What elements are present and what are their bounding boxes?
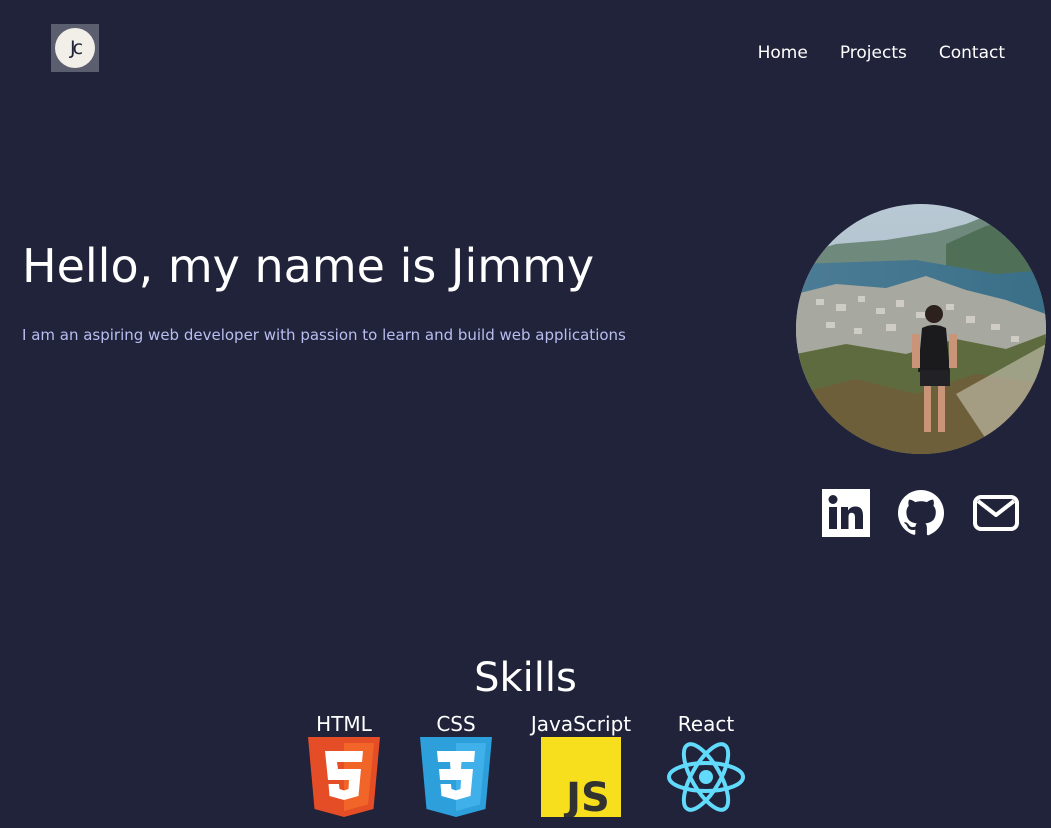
skill-label: JavaScript bbox=[530, 712, 632, 736]
hero-subtitle: I am an aspiring web developer with pass… bbox=[22, 326, 626, 344]
skill-label: CSS bbox=[436, 712, 476, 736]
linkedin-link[interactable] bbox=[822, 489, 870, 537]
profile-photo bbox=[796, 204, 1046, 454]
skills-heading: Skills bbox=[474, 655, 577, 701]
nav-projects[interactable]: Projects bbox=[840, 41, 907, 65]
hero-title: Hello, my name is Jimmy bbox=[22, 239, 595, 293]
portfolio-page: Jc Home Projects Contact Hello, my name … bbox=[0, 0, 1051, 828]
mail-icon bbox=[973, 495, 1019, 531]
skill-react: React bbox=[646, 711, 766, 817]
github-icon bbox=[898, 490, 944, 536]
react-icon bbox=[667, 742, 745, 812]
site-logo[interactable]: Jc bbox=[51, 24, 99, 72]
skill-javascript: JavaScript JS bbox=[521, 711, 641, 817]
mail-link[interactable] bbox=[972, 489, 1020, 537]
linkedin-icon bbox=[822, 489, 870, 537]
social-links bbox=[822, 489, 1022, 539]
skill-label: React bbox=[677, 712, 735, 736]
logo-badge: Jc bbox=[55, 28, 95, 68]
html5-icon bbox=[308, 737, 380, 817]
logo-text: Jc bbox=[69, 37, 83, 59]
javascript-icon: JS bbox=[541, 737, 621, 817]
svg-text:JS: JS bbox=[563, 775, 610, 817]
skill-css: CSS bbox=[396, 711, 516, 817]
github-link[interactable] bbox=[897, 489, 945, 537]
skill-html: HTML bbox=[284, 711, 404, 817]
nav-contact[interactable]: Contact bbox=[939, 41, 1005, 65]
skill-label: HTML bbox=[316, 712, 372, 736]
main-nav: Home Projects Contact bbox=[758, 41, 1005, 65]
css3-icon bbox=[420, 737, 492, 817]
nav-home[interactable]: Home bbox=[758, 41, 808, 65]
